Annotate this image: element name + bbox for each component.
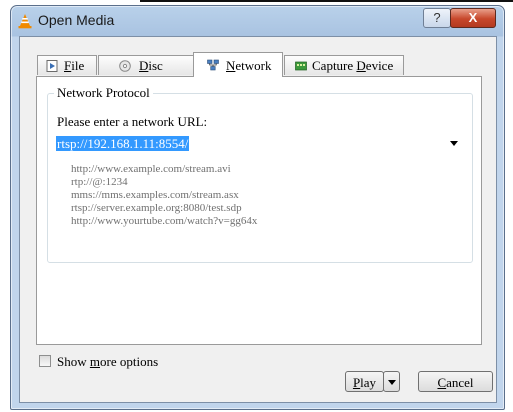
group-title: Network Protocol: [54, 85, 153, 101]
network-icon: [207, 59, 219, 71]
tab-file-label: File: [64, 58, 85, 73]
tab-file[interactable]: File: [37, 55, 97, 75]
help-button[interactable]: ?: [423, 8, 451, 28]
url-prompt-label: Please enter a network URL:: [57, 114, 208, 129]
play-dropdown-button[interactable]: [383, 371, 400, 392]
example-url: rtp://@:1234: [71, 176, 128, 188]
url-combobox[interactable]: rtsp://192.168.1.11:8554/: [56, 135, 460, 153]
tab-disc-label: Disc: [139, 58, 163, 73]
tab-network[interactable]: Network: [193, 52, 283, 77]
title-bar[interactable]: Open Media ? X: [11, 6, 504, 36]
chevron-down-icon: [388, 380, 396, 385]
open-media-dialog: Open Media ? X File Disc Network Capture…: [10, 5, 505, 410]
url-examples: http://www.example.com/stream.avi rtp://…: [71, 163, 257, 228]
close-button[interactable]: X: [450, 8, 496, 28]
cancel-button[interactable]: Cancel: [418, 371, 493, 392]
show-more-options-label: Show more options: [57, 354, 159, 369]
network-tab-panel: Network Protocol Please enter a network …: [36, 76, 482, 345]
file-play-icon: [46, 60, 58, 72]
capture-card-icon: [295, 61, 307, 71]
background-edge: [140, 0, 513, 2]
tab-network-label: Network: [226, 58, 272, 73]
dialog-body: File Disc Network Capture Device Network…: [19, 36, 497, 403]
url-input-value[interactable]: rtsp://192.168.1.11:8554/: [56, 136, 190, 151]
chevron-down-icon[interactable]: [450, 141, 458, 146]
example-url: mms://mms.examples.com/stream.asx: [71, 189, 239, 201]
vlc-cone-icon: [18, 14, 32, 29]
network-protocol-group: Network Protocol Please enter a network …: [47, 85, 473, 263]
tab-capture-device[interactable]: Capture Device: [284, 55, 404, 75]
example-url: rtsp://server.example.org:8080/test.sdp: [71, 202, 242, 214]
play-button[interactable]: Play: [345, 371, 384, 392]
dialog-title: Open Media: [38, 12, 115, 28]
example-url: http://www.example.com/stream.avi: [71, 163, 231, 175]
tab-disc[interactable]: Disc: [98, 55, 194, 75]
tab-capture-device-label: Capture Device: [312, 58, 394, 73]
disc-icon: [119, 60, 131, 72]
show-more-options-checkbox[interactable]: [39, 355, 51, 367]
example-url: http://www.yourtube.com/watch?v=gg64x: [71, 215, 258, 227]
